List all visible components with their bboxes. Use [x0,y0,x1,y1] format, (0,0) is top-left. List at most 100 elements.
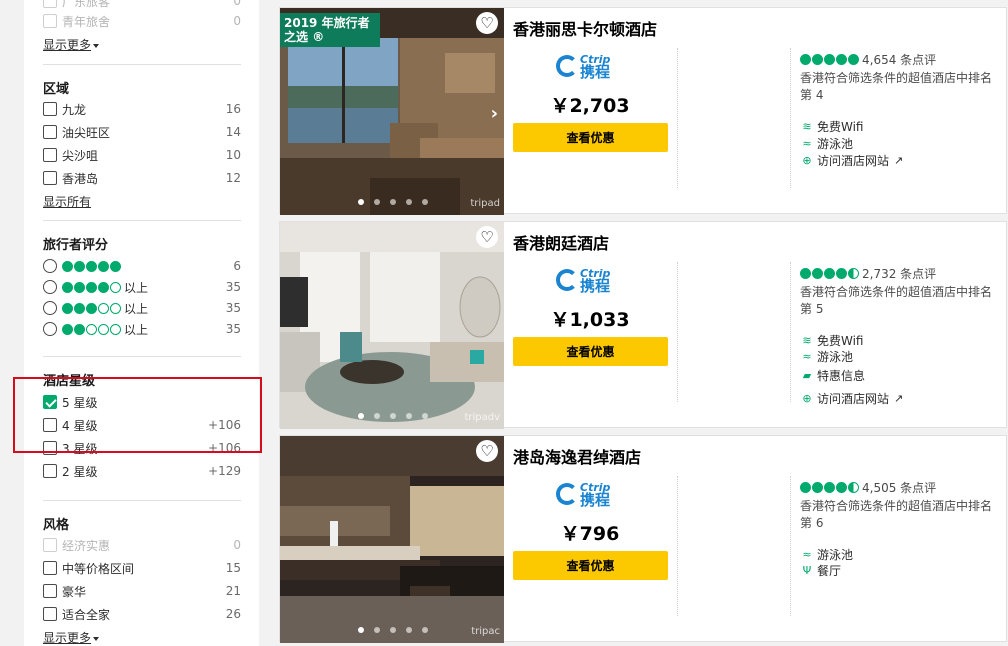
heart-icon[interactable]: ♡ [476,440,498,462]
ctrip-logo: Ctrip 携程 [556,54,610,80]
hotel-name[interactable]: 香港朗廷酒店 [513,230,609,254]
amenity-label: 访问酒店网站 [817,154,890,168]
amenity-item: ≋ 免费Wifi [800,332,863,349]
hotel-name[interactable]: 香港丽思卡尔顿酒店 [513,16,657,40]
rating-bubbles-icon [62,260,121,272]
amenity-label: 免费Wifi [817,120,864,134]
checkbox[interactable] [43,464,57,478]
divider [790,476,791,616]
hotel-photo[interactable]: 2019 年旅行者之选 ® ♡ › tripad [280,8,504,215]
radio-button[interactable] [43,259,57,273]
ctrip-swirl-icon [556,483,578,505]
chevron-right-icon[interactable]: › [491,103,498,124]
globe-icon: ⊕ [802,154,812,167]
amenity-label: 游泳池 [817,350,854,364]
checkbox[interactable] [43,0,57,8]
filter-row-style[interactable]: 豪华 21 [43,581,241,601]
radio-button[interactable] [43,280,57,294]
show-more-link[interactable]: 显示更多 [43,36,100,53]
filter-label: 油尖旺区 [62,125,111,140]
ctrip-swirl-icon [556,55,578,77]
checkbox[interactable] [43,607,57,621]
special-offer-link[interactable]: ▰ 特惠信息 [800,367,865,384]
rating-section-title: 旅行者评分 [43,238,109,253]
checkbox[interactable] [43,171,57,185]
checkbox[interactable] [43,538,57,552]
filter-count: 0 [233,0,241,8]
watermark: tripadv [464,412,500,423]
filter-row-rating[interactable]: 6 [43,256,241,276]
hotel-rating[interactable]: 4,654 条点评 [800,51,936,68]
show-all-link[interactable]: 显示所有 [43,193,91,210]
hotel-photo[interactable]: ♡ tripac [280,436,504,643]
carousel-dots [358,627,428,633]
chevron-down-icon [93,636,100,641]
filter-label: 豪华 [62,584,87,599]
award-mark: ® [312,30,325,44]
provider-zh: 携程 [580,491,611,509]
filter-row-area[interactable]: 九龙 16 [43,99,241,119]
divider [677,262,678,402]
hotel-rating[interactable]: 4,505 条点评 [800,479,936,496]
filter-row[interactable]: 青年旅舍 0 [43,11,241,31]
filter-row-style[interactable]: 经济实惠 0 [43,535,241,555]
provider-zh: 携程 [580,277,611,295]
view-deal-button[interactable]: 查看优惠 [513,123,668,152]
filter-row-area[interactable]: 香港岛 12 [43,168,241,188]
hotel-card[interactable]: ♡ tripadv 香港朗廷酒店 Ctrip 携程 ￥1,033 查看优惠 2,7… [279,221,1007,429]
visit-hotel-website-link[interactable]: ⊕ 访问酒店网站 ↗ [800,390,903,407]
rating-suffix: 以上 [124,280,149,295]
divider [790,262,791,402]
filter-row-rating[interactable]: 以上 35 [43,277,241,297]
filter-row-rating[interactable]: 以上 35 [43,319,241,339]
checkbox[interactable] [43,584,57,598]
hotel-name[interactable]: 港岛海逸君绰酒店 [513,444,641,468]
filter-count: 35 [225,322,241,336]
filter-row-2-star[interactable]: 2 星级 +129 [43,461,241,481]
checkbox[interactable] [43,561,57,575]
rating-suffix: 以上 [124,322,149,337]
rating-bubbles-icon [62,281,121,293]
checkbox[interactable] [43,125,57,139]
hotel-price: ￥1,033 [550,309,630,331]
checkbox[interactable] [43,14,57,28]
filter-row-area[interactable]: 油尖旺区 14 [43,122,241,142]
divider [43,356,241,357]
hotel-photo[interactable]: ♡ tripadv [280,222,504,429]
radio-button[interactable] [43,301,57,315]
filter-count: 21 [225,584,241,598]
hotel-card[interactable]: 2019 年旅行者之选 ® ♡ › tripad 香港丽思卡尔顿酒店 Ctrip… [279,7,1007,215]
hotel-card[interactable]: ♡ tripac 港岛海逸君绰酒店 Ctrip 携程 ￥796 查看优惠 4,50… [279,435,1007,643]
heart-icon[interactable]: ♡ [476,12,498,34]
visit-hotel-website-link[interactable]: ⊕ 访问酒店网站 ↗ [800,152,903,169]
checkbox[interactable] [43,102,57,116]
watermark: tripac [471,626,500,637]
filter-row-rating[interactable]: 以上 35 [43,298,241,318]
amenity-label: 访问酒店网站 [817,392,890,406]
filter-count: +129 [208,464,241,478]
hotel-rating[interactable]: 2,732 条点评 [800,265,936,282]
filter-row-style[interactable]: 适合全家 26 [43,604,241,624]
divider [677,476,678,616]
view-deal-button[interactable]: 查看优惠 [513,551,668,580]
view-deal-button[interactable]: 查看优惠 [513,337,668,366]
filter-label: 青年旅舍 [62,14,111,29]
hotel-room-photo [280,222,504,429]
external-link-icon: ↗ [894,392,904,405]
pool-icon: ≈ [802,548,812,561]
divider [43,500,241,501]
filter-label: 适合全家 [62,607,111,622]
filter-row[interactable]: 广东旅客 0 [43,0,241,11]
amenity-item: ≈ 游泳池 [800,135,853,152]
checkbox[interactable] [43,148,57,162]
filter-label: 中等价格区间 [62,561,135,576]
amenity-item: ≋ 免费Wifi [800,118,864,135]
carousel-dots [358,413,428,419]
rating-bubbles-icon [800,482,859,493]
rating-suffix: 以上 [124,301,149,316]
show-more-link[interactable]: 显示更多 [43,629,100,646]
filter-row-style[interactable]: 中等价格区间 15 [43,558,241,578]
heart-icon[interactable]: ♡ [476,226,498,248]
filter-row-area[interactable]: 尖沙咀 10 [43,145,241,165]
radio-button[interactable] [43,322,57,336]
